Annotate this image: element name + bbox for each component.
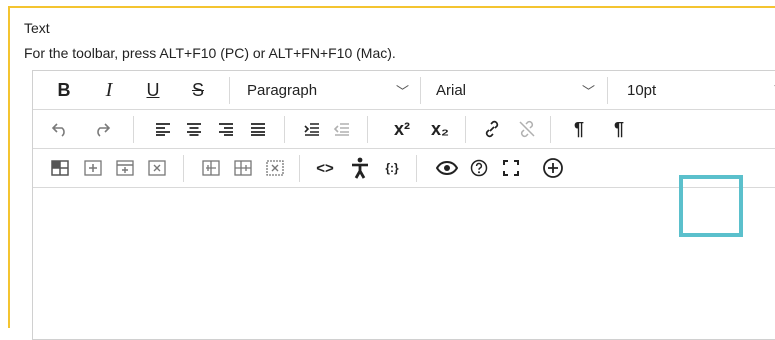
rtl-icon: ¶	[613, 118, 624, 139]
align-right-icon	[219, 123, 233, 136]
code-icon: <>	[316, 159, 334, 177]
align-center-icon	[187, 123, 201, 136]
link-icon	[485, 120, 499, 138]
toolbar-hint: For the toolbar, press ALT+F10 (PC) or A…	[24, 45, 396, 61]
bold-button[interactable]: B	[51, 71, 77, 109]
remove-link-button[interactable]	[514, 110, 540, 148]
insert-stuff-button[interactable]	[540, 149, 566, 187]
fullscreen-button[interactable]	[498, 149, 524, 187]
redo-button[interactable]	[89, 110, 115, 148]
align-left-icon	[156, 123, 170, 136]
table-split-button[interactable]	[198, 149, 224, 187]
equation-icon: {:}	[385, 161, 399, 175]
table-row-icon	[84, 160, 102, 176]
source-code-button[interactable]: <>	[312, 149, 338, 187]
toolbar-row-2: x² x₂ ¶ ¶	[33, 110, 775, 149]
subscript-button[interactable]: x₂	[425, 110, 455, 148]
table-cell-delete-button[interactable]	[262, 149, 288, 187]
toolbar-row-3: <> {:}	[33, 149, 775, 188]
align-left-button[interactable]	[150, 110, 176, 148]
table-icon	[51, 160, 69, 176]
block-format-select[interactable]: Paragraph ﹀	[247, 71, 409, 109]
table-col-icon	[116, 160, 134, 176]
justify-button[interactable]	[245, 110, 271, 148]
fullscreen-icon	[503, 160, 519, 176]
field-label: Text	[24, 20, 50, 36]
italic-button[interactable]: I	[96, 71, 122, 109]
redo-icon	[97, 123, 111, 137]
table-insert-row-button[interactable]	[80, 149, 106, 187]
underline-button[interactable]: U	[140, 71, 166, 109]
add-icon	[543, 158, 563, 178]
align-right-button[interactable]	[213, 110, 239, 148]
indent-button[interactable]	[299, 110, 325, 148]
font-family-value: Arial	[436, 81, 467, 99]
indent-icon	[304, 123, 319, 136]
equation-button[interactable]: {:}	[379, 149, 405, 187]
undo-button[interactable]	[47, 110, 73, 148]
preview-button[interactable]	[434, 149, 460, 187]
accessibility-icon	[352, 157, 368, 179]
rtl-button[interactable]: ¶	[608, 110, 630, 148]
table-merge-button[interactable]	[230, 149, 256, 187]
undo-icon	[51, 123, 65, 137]
chevron-down-icon: ﹀	[395, 83, 409, 99]
insert-link-button[interactable]	[479, 110, 505, 148]
outdent-button[interactable]	[329, 110, 355, 148]
preview-icon	[436, 161, 458, 175]
ltr-icon: ¶	[573, 118, 584, 139]
ltr-button[interactable]: ¶	[568, 110, 590, 148]
font-size-value: 10pt	[627, 81, 657, 99]
highlight-box	[679, 175, 743, 237]
rich-text-editor: B I U S Paragraph ﹀ Arial ﹀ 10pt ﹀	[32, 70, 775, 340]
block-format-value: Paragraph	[247, 81, 318, 99]
table-split-icon	[202, 160, 220, 176]
table-cell-delete-icon	[266, 160, 284, 176]
font-size-select[interactable]: 10pt ﹀	[627, 71, 775, 109]
editor-content-area[interactable]	[33, 188, 775, 338]
font-family-select[interactable]: Arial ﹀	[436, 71, 595, 109]
table-delete-icon	[148, 160, 166, 176]
accessibility-button[interactable]	[347, 149, 373, 187]
toolbar-row-1: B I U S Paragraph ﹀ Arial ﹀ 10pt ﹀	[33, 71, 775, 110]
help-button[interactable]	[466, 149, 492, 187]
justify-icon	[251, 123, 265, 136]
strikethrough-button[interactable]: S	[185, 71, 211, 109]
table-delete-button[interactable]	[144, 149, 170, 187]
table-insert-col-button[interactable]	[112, 149, 138, 187]
table-button[interactable]	[47, 149, 73, 187]
unlink-icon	[519, 120, 535, 138]
superscript-button[interactable]: x²	[387, 110, 417, 148]
align-center-button[interactable]	[181, 110, 207, 148]
chevron-down-icon: ﹀	[581, 83, 595, 99]
outdent-icon	[333, 123, 349, 136]
help-icon	[470, 159, 488, 177]
table-merge-icon	[234, 160, 252, 176]
